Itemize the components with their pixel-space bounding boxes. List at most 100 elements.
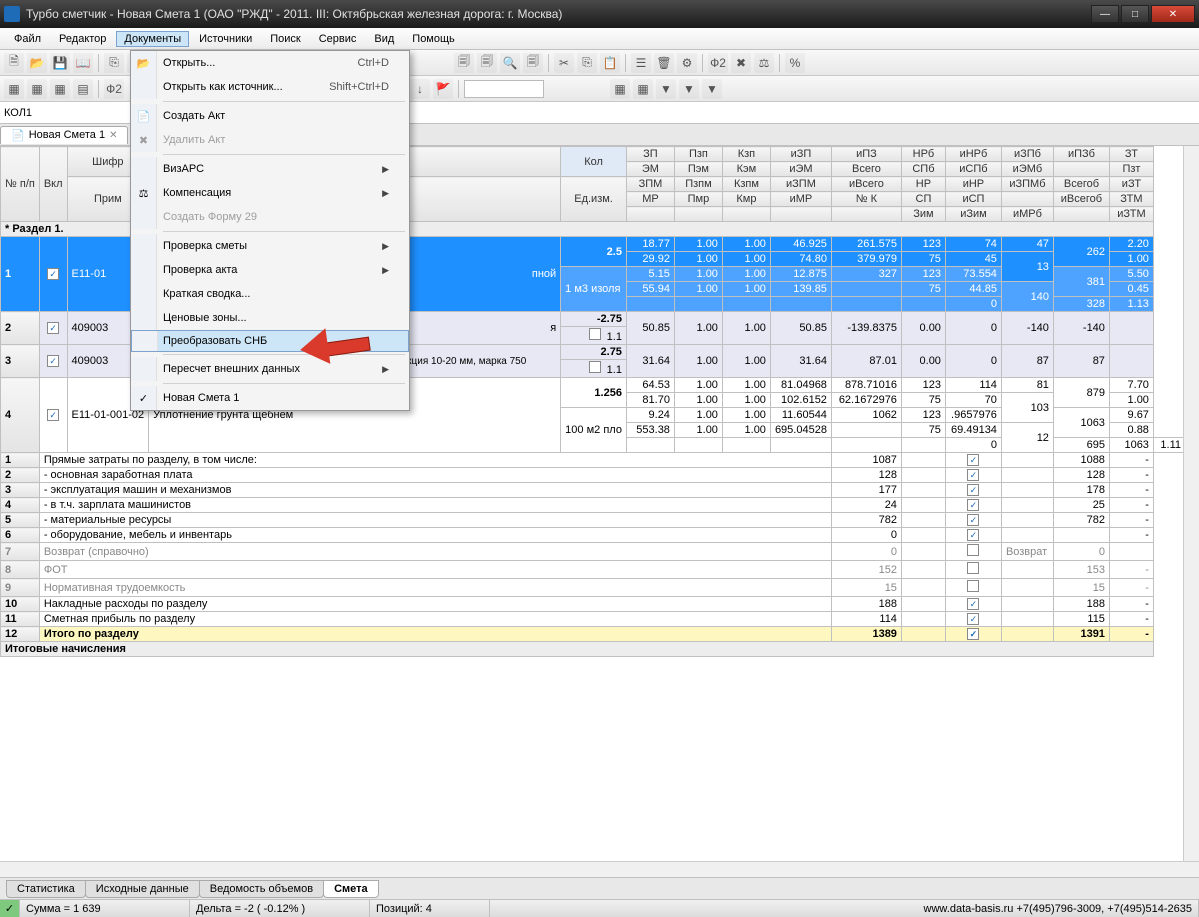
summary-row[interactable]: 9Нормативная трудоемкость1515- [1, 579, 1186, 597]
doc-tab-icon: 📄 [11, 129, 25, 142]
menu-item[interactable]: ✓Новая Смета 1 [131, 386, 409, 410]
tool-icon[interactable]: Ф2 [708, 53, 728, 73]
tab-smeta[interactable]: Смета [323, 880, 379, 898]
col-edizm[interactable]: Ед.изм. [561, 177, 627, 222]
menu-item[interactable]: Открыть как источник...Shift+Ctrl+D [131, 75, 409, 99]
checkbox[interactable] [967, 580, 979, 592]
cut-icon[interactable]: ✂ [554, 53, 574, 73]
summary-row[interactable]: 3- эксплуатация машин и механизмов177178… [1, 483, 1186, 498]
new-icon[interactable]: 🗎 [4, 53, 24, 73]
checkbox[interactable] [967, 529, 979, 541]
tool-icon[interactable]: ⚙ [677, 53, 697, 73]
book-icon[interactable]: 📖 [73, 53, 93, 73]
tool-icon[interactable]: ▦ [610, 79, 630, 99]
doc-tab-active[interactable]: 📄 Новая Смета 1 ✕ [0, 126, 128, 144]
tool-icon[interactable]: Ф2 [104, 79, 124, 99]
status-delta: Дельта = -2 ( -0.12% ) [190, 900, 370, 917]
menu-item[interactable]: 📄Создать Акт [131, 104, 409, 128]
summary-row[interactable]: 1Прямые затраты по разделу, в том числе:… [1, 453, 1186, 468]
tab-volumes[interactable]: Ведомость объемов [199, 880, 324, 898]
summary-row[interactable]: 6- оборудование, мебель и инвентарь0- [1, 528, 1186, 543]
tool-icon[interactable]: 🔍 [500, 53, 520, 73]
menu-search[interactable]: Поиск [262, 31, 308, 47]
summary-row[interactable]: 12Итого по разделу13891391- [1, 627, 1186, 642]
tab-source-data[interactable]: Исходные данные [85, 880, 200, 898]
doc-tab-label: Новая Смета 1 [29, 129, 105, 141]
dropdown-field[interactable] [464, 80, 544, 98]
percent-icon[interactable]: % [785, 53, 805, 73]
checkbox[interactable] [967, 484, 979, 496]
summary-row[interactable]: 8ФОТ152153- [1, 561, 1186, 579]
col-npp[interactable]: № п/п [1, 147, 40, 222]
checkbox[interactable] [967, 628, 979, 640]
menu-item[interactable]: ⚖Компенсация▶ [131, 181, 409, 205]
checkbox[interactable] [967, 454, 979, 466]
summary-row[interactable]: 5- материальные ресурсы782782- [1, 513, 1186, 528]
flag-icon[interactable]: 🚩 [433, 79, 453, 99]
tool-icon[interactable]: ✖ [731, 53, 751, 73]
summary-row[interactable]: 4 - в т.ч. зарплата машинистов2425- [1, 498, 1186, 513]
checkbox[interactable] [967, 469, 979, 481]
copy-icon[interactable]: ⎘ [577, 53, 597, 73]
scrollbar-vertical[interactable] [1183, 146, 1199, 877]
window-title: Турбо сметчик - Новая Смета 1 (ОАО "РЖД"… [26, 7, 1091, 21]
save-icon[interactable]: 💾 [50, 53, 70, 73]
tool-icon[interactable]: ▤ [73, 79, 93, 99]
menu-help[interactable]: Помощь [404, 31, 463, 47]
checkbox[interactable] [47, 355, 59, 367]
checkbox[interactable] [47, 322, 59, 334]
checkbox[interactable] [47, 268, 59, 280]
tool-icon[interactable]: ☰ [631, 53, 651, 73]
checkbox[interactable] [967, 514, 979, 526]
summary-row[interactable]: 7Возврат (справочно)0Возврат0 [1, 543, 1186, 561]
checkbox[interactable] [967, 562, 979, 574]
checkbox[interactable] [967, 613, 979, 625]
summary-row[interactable]: 11Сметная прибыль по разделу114115- [1, 612, 1186, 627]
filter-icon[interactable]: ▼ [679, 79, 699, 99]
close-button[interactable]: ✕ [1151, 5, 1195, 23]
tool-icon[interactable]: ⎘ [104, 53, 124, 73]
minimize-button[interactable]: — [1091, 5, 1119, 23]
delete-icon[interactable]: 🗑 [654, 53, 674, 73]
menu-item[interactable]: ВизАРС▶ [131, 157, 409, 181]
grid-icon[interactable]: ▦ [4, 79, 24, 99]
tool-icon[interactable]: ↓ [410, 79, 430, 99]
col-vkl[interactable]: Вкл [39, 147, 67, 222]
col-kol[interactable]: Кол [561, 147, 627, 177]
tool-icon[interactable]: ▦ [633, 79, 653, 99]
close-icon[interactable]: ✕ [109, 130, 117, 141]
menu-item[interactable]: Краткая сводка... [131, 282, 409, 306]
tool-icon[interactable]: 🗐 [477, 53, 497, 73]
checkbox[interactable] [967, 598, 979, 610]
open-icon[interactable]: 📂 [27, 53, 47, 73]
menu-item[interactable]: 📂Открыть...Ctrl+D [131, 51, 409, 75]
menu-service[interactable]: Сервис [311, 31, 365, 47]
scrollbar-horizontal[interactable] [0, 861, 1199, 877]
paste-icon[interactable]: 📋 [600, 53, 620, 73]
summary-row[interactable]: 10Накладные расходы по разделу188188- [1, 597, 1186, 612]
menu-file[interactable]: Файл [6, 31, 49, 47]
tool-icon[interactable]: 🗐 [454, 53, 474, 73]
filter-icon[interactable]: ▼ [656, 79, 676, 99]
status-positions: Позиций: 4 [370, 900, 490, 917]
balance-icon[interactable]: ⚖ [754, 53, 774, 73]
menu-item[interactable]: Проверка сметы▶ [131, 234, 409, 258]
status-bar: ✓ Сумма = 1 639 Дельта = -2 ( -0.12% ) П… [0, 899, 1199, 917]
summary-row[interactable]: 2- основная заработная плата128128- [1, 468, 1186, 483]
checkbox[interactable] [47, 409, 59, 421]
grid-icon[interactable]: ▦ [50, 79, 70, 99]
checkbox[interactable] [967, 499, 979, 511]
checkbox[interactable] [967, 544, 979, 556]
menu-view[interactable]: Вид [366, 31, 402, 47]
maximize-button[interactable]: □ [1121, 5, 1149, 23]
menu-sources[interactable]: Источники [191, 31, 260, 47]
menu-item: Создать Форму 29 [131, 205, 409, 229]
menu-documents[interactable]: Документы [116, 31, 189, 47]
tab-statistics[interactable]: Статистика [6, 880, 86, 898]
menu-editor[interactable]: Редактор [51, 31, 114, 47]
filter-icon[interactable]: ▼ [702, 79, 722, 99]
tool-icon[interactable]: 🗐 [523, 53, 543, 73]
grid-icon[interactable]: ▦ [27, 79, 47, 99]
menu-item[interactable]: Проверка акта▶ [131, 258, 409, 282]
itog-row[interactable]: Итоговые начисления [1, 642, 1186, 657]
